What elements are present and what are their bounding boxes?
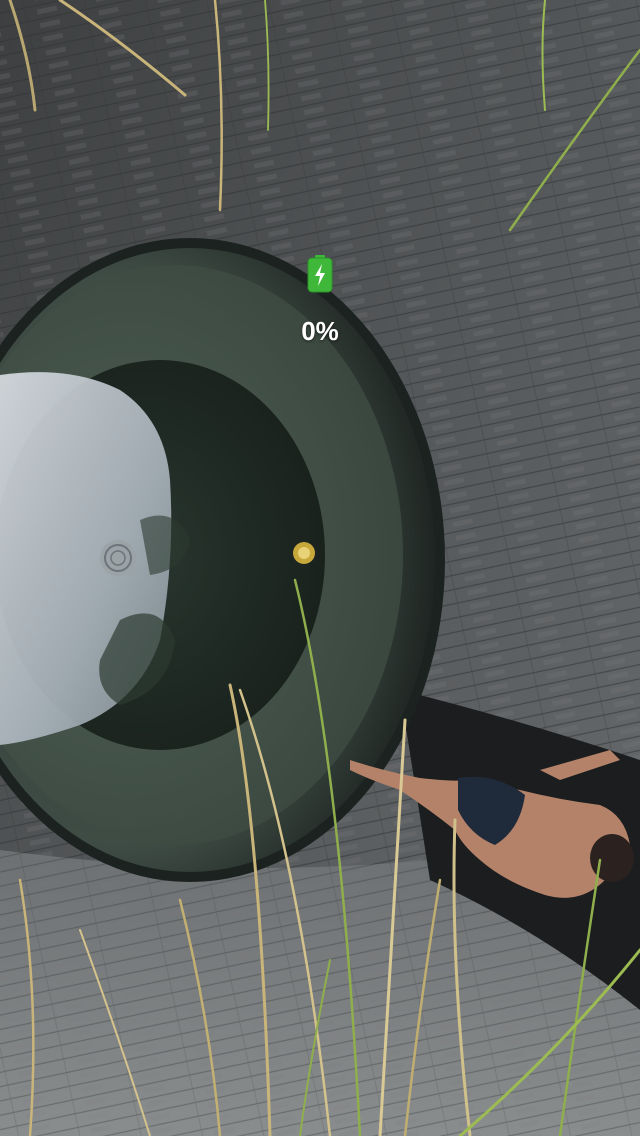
battery-indicator: 0% xyxy=(290,254,350,350)
battery-charging-icon xyxy=(307,255,333,293)
screen: 0% xyxy=(0,0,640,1136)
battery-percent-label: 0% xyxy=(301,316,339,346)
background-photo xyxy=(0,0,640,1136)
